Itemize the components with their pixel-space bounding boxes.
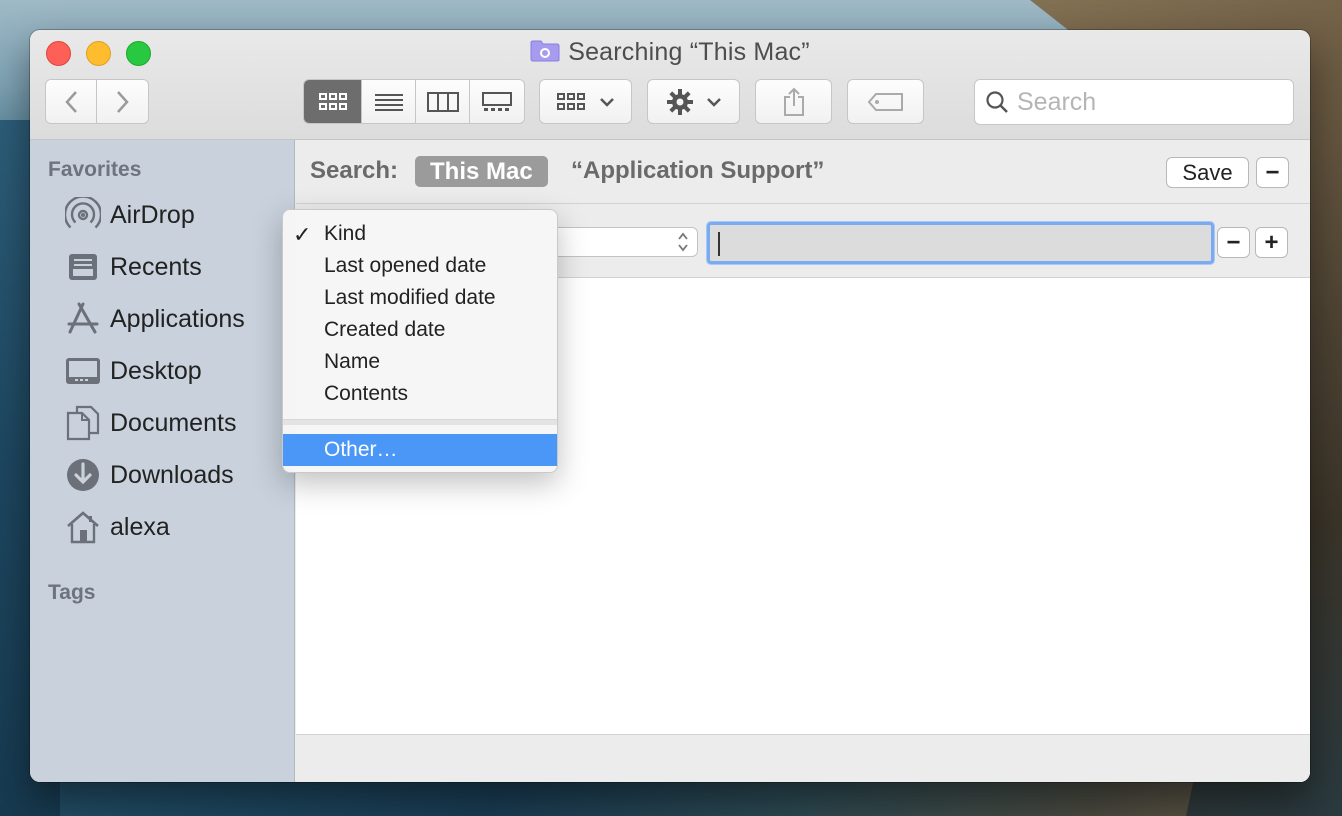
documents-icon	[64, 404, 102, 442]
menu-item-label: Last modified date	[324, 286, 496, 309]
desktop-icon	[64, 352, 102, 390]
sidebar-item-label: Desktop	[110, 356, 202, 385]
chevron-left-icon	[65, 90, 77, 113]
checkmark-icon: ✓	[293, 222, 312, 247]
status-bar	[296, 734, 1310, 782]
menu-item-label: Kind	[324, 222, 367, 245]
search-field[interactable]	[974, 79, 1294, 125]
scope-folder-button[interactable]: “Application Support”	[571, 157, 824, 185]
sidebar-section-favorites: Favorites	[48, 158, 142, 181]
sidebar-section-tags: Tags	[48, 581, 96, 604]
menu-separator	[283, 419, 557, 425]
list-view-button[interactable]	[362, 80, 416, 123]
window-title: Searching “This Mac”	[30, 38, 1310, 67]
applications-icon	[64, 300, 102, 338]
icon-view-button[interactable]	[304, 80, 362, 123]
menu-item-label: Last opened date	[324, 254, 487, 277]
list-view-icon	[374, 93, 403, 111]
menu-item-name[interactable]: Name	[283, 346, 557, 378]
rule-value-field[interactable]	[707, 222, 1214, 264]
back-forward-group	[45, 79, 149, 124]
airdrop-icon	[64, 196, 102, 234]
search-scope-label: Search:	[310, 157, 399, 184]
menu-item-label: Other…	[324, 438, 398, 461]
tag-button[interactable]	[847, 79, 924, 124]
share-button[interactable]	[755, 79, 832, 124]
toolbar: Searching “This Mac”	[30, 30, 1310, 140]
add-rule-button[interactable]: +	[1255, 227, 1288, 258]
sidebar-item-documents[interactable]: Documents	[64, 401, 236, 445]
back-button[interactable]	[46, 80, 97, 123]
menu-item-contents[interactable]: Contents	[283, 378, 557, 410]
view-mode-group	[303, 79, 525, 124]
gallery-view-button[interactable]	[470, 80, 524, 123]
sidebar-item-downloads[interactable]: Downloads	[64, 453, 234, 497]
group-by-icon	[556, 92, 585, 110]
menu-item-other[interactable]: Other…	[283, 434, 557, 466]
tag-icon	[867, 92, 903, 111]
share-icon	[783, 87, 804, 116]
group-by-button[interactable]	[539, 79, 632, 124]
sidebar-item-label: Recents	[110, 252, 202, 281]
recents-icon	[64, 248, 102, 286]
sidebar-item-airdrop[interactable]: AirDrop	[64, 193, 195, 237]
forward-button[interactable]	[97, 80, 148, 123]
search-input[interactable]	[1017, 87, 1287, 117]
chevron-down-icon	[706, 97, 721, 107]
icon-view-icon	[318, 92, 347, 110]
up-down-arrows-icon	[677, 231, 689, 254]
home-icon	[64, 508, 102, 546]
sidebar-item-label: Documents	[110, 408, 237, 437]
menu-item-last-opened-date[interactable]: Last opened date	[283, 250, 557, 282]
menu-item-label: Name	[324, 350, 381, 373]
column-view-button[interactable]	[416, 80, 470, 123]
scope-this-mac-button[interactable]: This Mac	[415, 156, 548, 187]
sidebar-item-desktop[interactable]: Desktop	[64, 349, 202, 393]
menu-item-kind[interactable]: ✓ Kind	[283, 218, 557, 250]
window-title-text: Searching “This Mac”	[568, 38, 810, 66]
menu-item-created-date[interactable]: Created date	[283, 314, 557, 346]
close-search-button[interactable]: −	[1256, 157, 1289, 188]
sidebar-item-label: AirDrop	[110, 200, 195, 229]
save-search-button[interactable]: Save	[1166, 157, 1249, 188]
sidebar-item-label: Applications	[110, 304, 245, 333]
sidebar-item-recents[interactable]: Recents	[64, 245, 202, 289]
finder-window: Searching “This Mac” Search Favorites Ai…	[30, 30, 1310, 782]
sidebar-item-label: alexa	[110, 512, 170, 541]
gear-icon	[666, 88, 693, 115]
gallery-view-icon	[482, 91, 512, 111]
smart-folder-icon	[530, 40, 560, 62]
text-cursor	[718, 232, 720, 256]
remove-rule-button[interactable]: −	[1217, 227, 1250, 258]
attribute-menu: ✓ Kind Last opened date Last modified da…	[282, 209, 558, 473]
search-scope-bar: Search: This Mac “Application Support” S…	[296, 140, 1310, 204]
action-button[interactable]	[647, 79, 740, 124]
search-icon	[986, 91, 1008, 113]
menu-item-label: Created date	[324, 318, 446, 341]
sidebar-item-applications[interactable]: Applications	[64, 297, 245, 341]
menu-item-last-modified-date[interactable]: Last modified date	[283, 282, 557, 314]
column-view-icon	[426, 91, 459, 112]
menu-item-label: Contents	[324, 382, 409, 405]
sidebar-item-home[interactable]: alexa	[64, 505, 170, 549]
chevron-down-icon	[599, 97, 614, 107]
sidebar: Favorites AirDrop Recents Applications D…	[30, 140, 295, 782]
downloads-icon	[64, 456, 102, 494]
chevron-right-icon	[116, 90, 129, 113]
sidebar-item-label: Downloads	[110, 460, 234, 489]
